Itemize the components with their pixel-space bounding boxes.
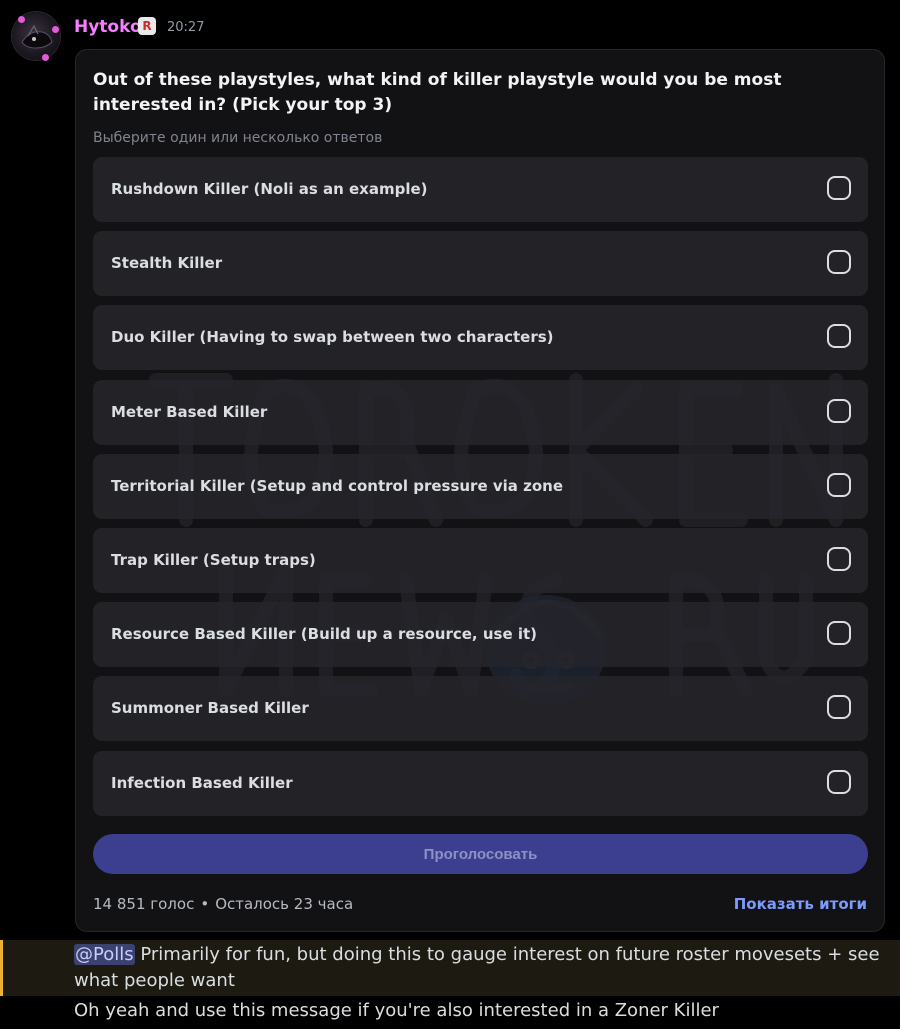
checkbox-icon[interactable] <box>827 250 851 275</box>
poll-option[interactable]: Meter Based Killer <box>93 379 868 445</box>
poll-footer: 14 851 голос • Осталось 23 часа <box>93 893 353 915</box>
discord-chat: Hytoko R 20:27 Out of these playstyles, … <box>0 0 900 1029</box>
poll-option-label: Rushdown Killer (Noli as an example) <box>111 180 428 198</box>
poll-option-label: Territorial Killer (Setup and control pr… <box>111 476 563 495</box>
poll-card: Out of these playstyles, what kind of ki… <box>75 49 885 932</box>
username[interactable]: Hytoko <box>74 16 142 38</box>
role-mention[interactable]: @Polls <box>74 944 135 965</box>
poll-question: Out of these playstyles, what kind of ki… <box>93 70 782 115</box>
poll-option[interactable]: Summoner Based Killer <box>93 676 868 742</box>
message-timestamp: 20:27 <box>167 20 205 35</box>
checkbox-icon[interactable] <box>827 695 851 720</box>
poll-option[interactable]: Territorial Killer (Setup and control pr… <box>93 453 868 519</box>
avatar-decoration-dot <box>42 54 49 61</box>
poll-option[interactable]: Infection Based Killer <box>93 750 868 816</box>
checkbox-icon[interactable] <box>827 324 851 349</box>
poll-option-label: Summoner Based Killer <box>111 699 309 718</box>
message-text: Primarily for fun, but doing this to gau… <box>74 944 880 991</box>
vote-count: 14 851 голос <box>93 895 195 913</box>
poll-options: Rushdown Killer (Noli as an example) Ste… <box>93 157 868 825</box>
poll-option[interactable]: Stealth Killer <box>93 231 868 297</box>
poll-hint: Выберите один или несколько ответов <box>93 130 383 146</box>
footer-separator: • <box>200 895 210 913</box>
poll-option[interactable]: Resource Based Killer (Build up a resour… <box>93 602 868 668</box>
roblox-icon: R <box>138 17 156 35</box>
avatar-decoration-dot <box>18 16 25 23</box>
checkbox-icon[interactable] <box>827 621 851 646</box>
message-line-1: @Polls Primarily for fun, but doing this… <box>74 942 890 994</box>
poll-option-label: Infection Based Killer <box>111 773 293 792</box>
poll-option-label: Duo Killer (Having to swap between two c… <box>111 328 554 347</box>
poll-option-label: Stealth Killer <box>111 254 223 273</box>
time-remaining: Осталось 23 часа <box>215 895 354 913</box>
poll-option-label: Trap Killer (Setup traps) <box>111 550 316 569</box>
poll-option[interactable]: Trap Killer (Setup traps) <box>93 527 868 593</box>
user-avatar[interactable] <box>12 12 60 61</box>
poll-option-label: Resource Based Killer (Build up a resour… <box>111 625 538 644</box>
checkbox-icon[interactable] <box>827 769 851 794</box>
poll-option[interactable]: Rushdown Killer (Noli as an example) <box>93 157 868 222</box>
avatar-decoration-dot <box>52 26 59 33</box>
poll-option[interactable]: Duo Killer (Having to swap between two c… <box>93 305 868 371</box>
checkbox-icon[interactable] <box>827 398 851 423</box>
show-results-link[interactable]: Показать итоги <box>734 893 867 915</box>
checkbox-icon[interactable] <box>827 176 851 200</box>
message-line-2: Oh yeah and use this message if you're a… <box>74 1000 719 1021</box>
vote-button[interactable]: Проголосовать <box>93 834 868 874</box>
checkbox-icon[interactable] <box>827 472 851 497</box>
checkbox-icon[interactable] <box>827 546 851 571</box>
poll-option-label: Meter Based Killer <box>111 402 268 421</box>
mention-highlight-bar <box>0 940 3 996</box>
